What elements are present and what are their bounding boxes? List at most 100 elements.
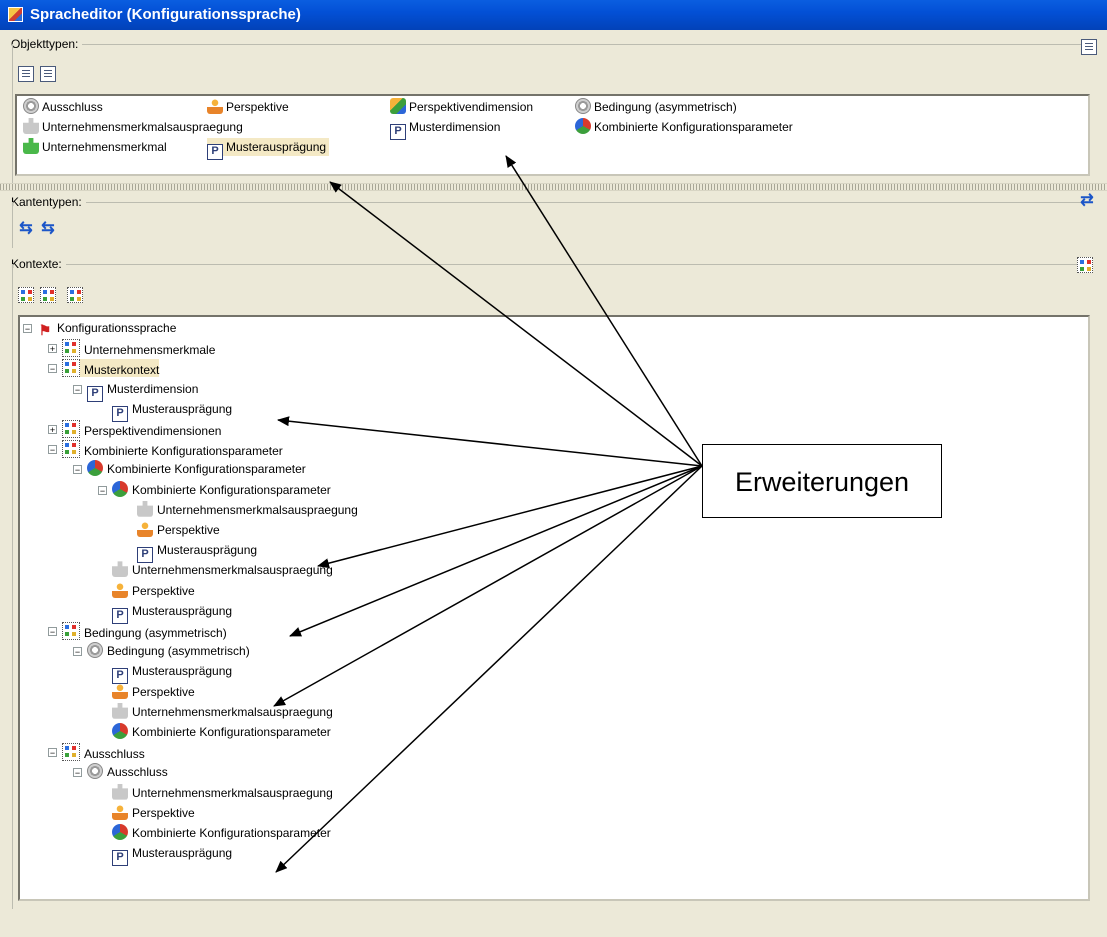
tree-expander[interactable]: + xyxy=(48,344,57,354)
gear-icon xyxy=(575,98,591,114)
tree-expander[interactable]: − xyxy=(23,324,32,334)
tree-node[interactable]: Perspektive xyxy=(112,803,195,822)
tree-node-label: Bedingung (asymmetrisch) xyxy=(84,626,227,640)
puzzle-grey-icon xyxy=(23,118,39,134)
list-item-label: Perspektive xyxy=(226,100,289,114)
tree-node[interactable]: Unternehmensmerkmalsauspraegung xyxy=(112,561,333,579)
person-icon xyxy=(207,98,223,114)
tree-node[interactable]: Unternehmensmerkmalsauspraegung xyxy=(137,500,358,519)
list-item-label: Musterdimension xyxy=(409,120,501,134)
edge-arrow-icon[interactable]: ⇄ xyxy=(1079,193,1095,209)
tree-node[interactable]: Unternehmensmerkmalsauspraegung xyxy=(112,702,333,721)
tree-node-label: Unternehmensmerkmalsauspraegung xyxy=(132,704,333,719)
tree-node[interactable]: Perspektive xyxy=(112,581,195,600)
add-object-type-icon[interactable] xyxy=(18,66,34,82)
tree-node-label: Unternehmensmerkmalsauspraegung xyxy=(157,502,358,517)
tree-node-label: Ausschluss xyxy=(84,747,145,762)
context-tree[interactable]: −Konfigurationssprache+Unternehmensmerkm… xyxy=(18,315,1090,901)
tree-expander[interactable]: − xyxy=(48,364,57,374)
remove-edge-type-icon[interactable]: ⇆ xyxy=(40,221,56,237)
tree-node[interactable]: Ausschluss xyxy=(62,743,145,762)
tree-expander[interactable]: − xyxy=(48,627,57,637)
tree-node[interactable]: Perspektive xyxy=(112,682,195,701)
tree-expander[interactable]: − xyxy=(73,647,82,657)
list-item[interactable]: Unternehmensmerkmalsauspraegung xyxy=(23,118,243,136)
tree-expander[interactable]: − xyxy=(73,465,82,475)
tree-expander[interactable]: − xyxy=(73,768,82,778)
tree-expander[interactable]: − xyxy=(73,384,82,394)
context-icon xyxy=(62,440,80,459)
context-icon xyxy=(62,359,80,378)
list-item[interactable]: Perspektive xyxy=(207,98,289,116)
tree-node-label: Musterausprägung xyxy=(132,846,233,861)
kontexte-group-border xyxy=(12,264,13,909)
list-item-label: Perspektivendimension xyxy=(409,100,534,114)
window-title: Spracheditor (Konfigurationssprache) xyxy=(30,6,301,23)
tree-node[interactable]: Kombinierte Konfigurationsparameter xyxy=(112,480,331,499)
kantentypen-label: Kantentypen: xyxy=(11,195,86,209)
tree-node[interactable]: Kombinierte Konfigurationsparameter xyxy=(62,440,283,459)
tree-expander[interactable]: − xyxy=(48,748,57,758)
ball-icon xyxy=(112,824,128,840)
tree-expander[interactable]: − xyxy=(48,445,57,455)
tree-node-label: Unternehmensmerkmalsauspraegung xyxy=(132,785,333,800)
tree-node[interactable]: Musterausprägung xyxy=(112,844,233,867)
document-icon[interactable] xyxy=(1081,39,1097,55)
list-item[interactable]: Musterdimension xyxy=(390,118,501,140)
tree-node-label: Kombinierte Konfigurationsparameter xyxy=(107,462,306,477)
tree-node[interactable]: Kombinierte Konfigurationsparameter xyxy=(112,824,331,842)
add-context-icon[interactable] xyxy=(18,287,34,303)
person-icon xyxy=(112,803,128,820)
tree-node[interactable]: Perspektive xyxy=(137,521,220,539)
kontexte-label: Kontexte: xyxy=(11,257,66,271)
tree-expander[interactable]: + xyxy=(48,425,57,435)
puzzle-grey-icon xyxy=(112,561,128,578)
tree-node[interactable]: Bedingung (asymmetrisch) xyxy=(62,622,227,640)
list-item-label: Musterausprägung xyxy=(226,140,327,154)
list-item[interactable]: Ausschluss xyxy=(23,98,103,116)
tree-node-label: Musterkontext xyxy=(84,363,160,378)
context-icon xyxy=(62,420,80,438)
tree-node[interactable]: Unternehmensmerkmale xyxy=(62,339,215,358)
list-item[interactable]: Bedingung (asymmetrisch) xyxy=(575,98,737,116)
remove-context-icon[interactable] xyxy=(67,287,83,303)
tree-node-label: Unternehmensmerkmalsauspraegung xyxy=(132,563,333,578)
tree-node[interactable]: Musterausprägung xyxy=(137,541,258,564)
list-item-label: Bedingung (asymmetrisch) xyxy=(594,100,737,114)
remove-object-type-icon[interactable] xyxy=(40,66,56,82)
list-item-label: Kombinierte Konfigurationsparameter xyxy=(594,120,793,134)
tree-node[interactable]: Musterkontext xyxy=(62,359,160,378)
person-icon xyxy=(112,581,128,598)
ball-icon xyxy=(87,460,103,477)
add-subcontext-icon[interactable] xyxy=(40,287,56,303)
tree-node[interactable]: Bedingung (asymmetrisch) xyxy=(87,642,250,660)
list-item[interactable]: Musterausprägung xyxy=(207,138,330,160)
ball-icon xyxy=(112,723,128,739)
list-item[interactable]: Kombinierte Konfigurationsparameter xyxy=(575,118,793,136)
tree-node[interactable]: Musterdimension xyxy=(87,380,199,402)
tree-node[interactable]: Musterausprägung xyxy=(112,662,232,685)
context-icon[interactable] xyxy=(1077,257,1093,273)
tree-node[interactable]: Konfigurationssprache xyxy=(37,319,176,337)
puzzle-green-icon xyxy=(23,138,39,154)
tree-expander[interactable]: − xyxy=(98,485,107,495)
list-item[interactable]: Unternehmensmerkmal xyxy=(23,138,167,156)
object-type-list[interactable]: Ausschluss Perspektive Perspektivendimen… xyxy=(15,94,1090,176)
splitter[interactable] xyxy=(0,183,1107,191)
tree-node[interactable]: Musterausprägung xyxy=(112,602,232,624)
tree-node-label: Kombinierte Konfigurationsparameter xyxy=(132,725,331,739)
list-item-label: Unternehmensmerkmal xyxy=(42,140,167,154)
erweiterungen-callout: Erweiterungen xyxy=(702,444,942,518)
add-edge-type-icon[interactable]: ⇆ xyxy=(18,221,34,237)
pattern-icon xyxy=(112,850,128,867)
list-item[interactable]: Perspektivendimension xyxy=(390,98,533,116)
tree-node-label: Musterdimension xyxy=(107,381,199,396)
tree-node[interactable]: Kombinierte Konfigurationsparameter xyxy=(87,460,306,478)
tree-node-label: Musterausprägung xyxy=(157,543,258,558)
tree-node[interactable]: Unternehmensmerkmalsauspraegung xyxy=(112,783,333,802)
tree-node[interactable]: Kombinierte Konfigurationsparameter xyxy=(112,723,331,741)
tree-node[interactable]: Perspektivendimensionen xyxy=(62,420,221,438)
objekttypen-label: Objekttypen: xyxy=(11,37,83,51)
tree-node[interactable]: Ausschluss xyxy=(87,763,168,781)
tree-node[interactable]: Musterausprägung xyxy=(112,400,232,422)
